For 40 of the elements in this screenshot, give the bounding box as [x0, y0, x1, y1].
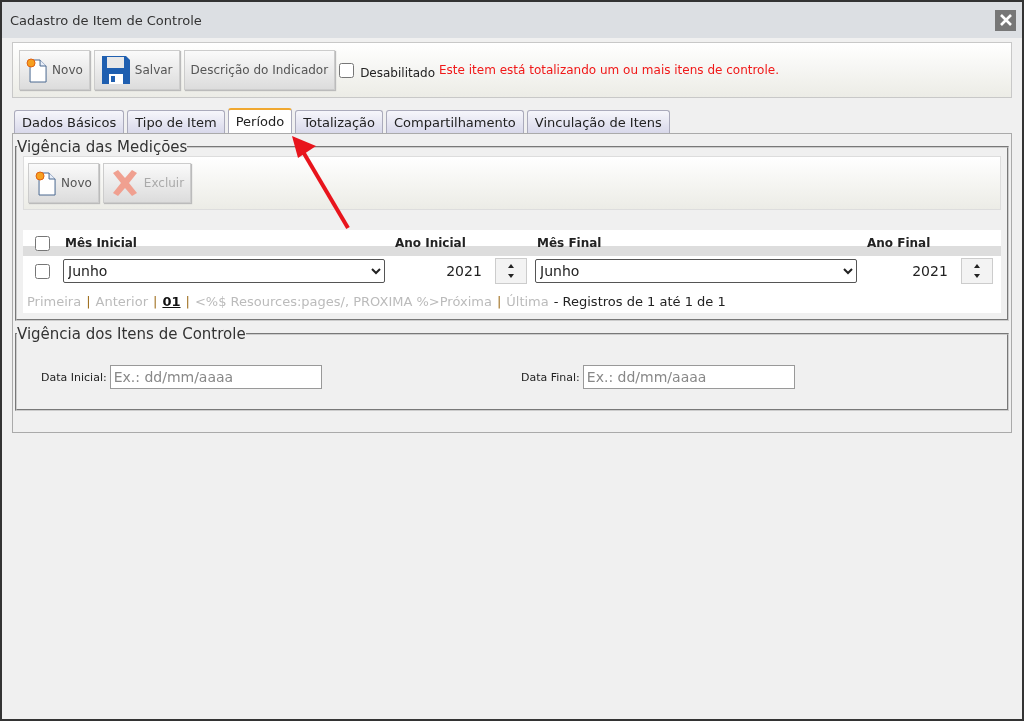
- tab[interactable]: Tipo de Item: [127, 110, 225, 133]
- new-document-icon: [35, 170, 58, 196]
- field-label: Data Inicial:: [41, 370, 107, 384]
- description-button[interactable]: Descrição do Indicador: [183, 50, 336, 90]
- separator: |: [185, 294, 190, 309]
- tab[interactable]: Totalização: [295, 110, 384, 133]
- year-cell: 2021: [912, 263, 948, 279]
- separator: |: [496, 294, 502, 309]
- field-label: Data Final:: [521, 370, 580, 384]
- close-button[interactable]: [995, 9, 1016, 31]
- save-icon: [100, 55, 131, 85]
- save-button[interactable]: Salvar: [93, 50, 180, 90]
- new-button[interactable]: Novo: [28, 163, 99, 203]
- new-document-icon: [26, 57, 49, 83]
- spinner-button[interactable]: [961, 258, 993, 284]
- tab[interactable]: Período: [227, 108, 293, 133]
- warning-message: Este item está totalizando um ou mais itens de controle.: [439, 63, 779, 77]
- select-all-checkbox[interactable]: [34, 235, 50, 251]
- month-select[interactable]: Junho: [535, 259, 857, 283]
- year-cell: 2021: [446, 263, 482, 279]
- records-info: - Registros de 1 até 1 de 1: [553, 294, 726, 309]
- month-select[interactable]: Junho: [63, 259, 385, 283]
- tab[interactable]: Dados Básicos: [14, 110, 125, 133]
- date-input[interactable]: Ex.: dd/mm/aaaa: [582, 365, 795, 389]
- section-legend: Vigência dos Itens de Controle: [17, 325, 246, 343]
- up-down-icon: [973, 263, 981, 279]
- checkbox-label: Desabilitado: [360, 66, 435, 80]
- row-checkbox[interactable]: [34, 263, 50, 279]
- spinner-button[interactable]: [495, 258, 527, 284]
- separator: |: [86, 294, 91, 309]
- page-link[interactable]: 01: [162, 294, 181, 309]
- tab[interactable]: Compartilhamento: [386, 110, 524, 133]
- close-icon: [998, 13, 1013, 27]
- section-legend: Vigência das Medições: [17, 138, 188, 156]
- new-button[interactable]: Novo: [19, 50, 90, 90]
- window-title: Cadastro de Item de Controle: [10, 12, 202, 28]
- separator: |: [153, 294, 158, 309]
- tab[interactable]: Vinculação de Itens: [526, 110, 670, 133]
- up-down-icon: [507, 263, 515, 279]
- date-input[interactable]: Ex.: dd/mm/aaaa: [109, 365, 322, 389]
